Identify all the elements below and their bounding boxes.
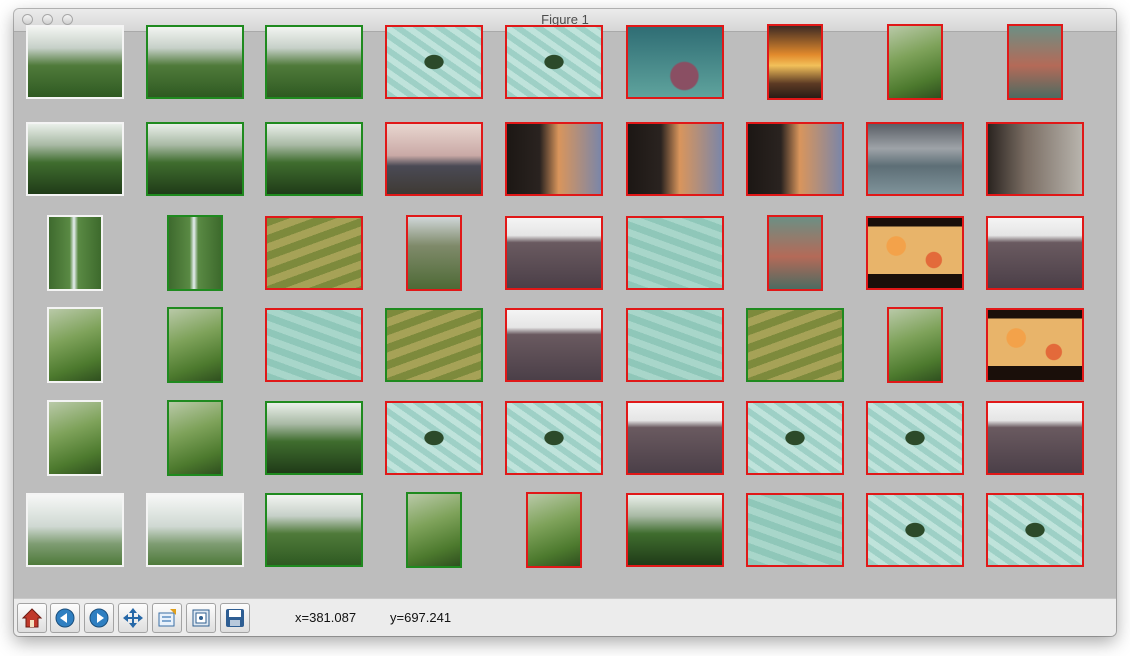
thumbnail-r4-c3[interactable]	[265, 308, 363, 382]
thumbnail-r6-c4[interactable]	[406, 492, 462, 568]
thumbnail-r6-c8[interactable]	[866, 493, 964, 567]
thumbnail-r5-c8[interactable]	[866, 401, 964, 475]
subplots-button[interactable]	[186, 603, 216, 633]
save-icon	[226, 609, 244, 627]
thumbnail-r3-c8[interactable]	[866, 216, 964, 290]
navigation-toolbar: x=381.087 y=697.241	[14, 598, 1116, 636]
thumbnail-r4-c4[interactable]	[385, 308, 483, 382]
thumbnail-r2-c7[interactable]	[746, 122, 844, 196]
thumbnail-r2-c4[interactable]	[385, 122, 483, 196]
thumbnail-r1-c8[interactable]	[887, 24, 943, 100]
thumbnail-r2-c1[interactable]	[26, 122, 124, 196]
thumbnail-r3-c9[interactable]	[986, 216, 1084, 290]
forward-button[interactable]	[84, 603, 114, 633]
zoom-to-rect-icon	[158, 609, 176, 627]
thumbnail-r5-c5[interactable]	[505, 401, 603, 475]
thumbnail-r3-c5[interactable]	[505, 216, 603, 290]
thumbnail-r6-c6[interactable]	[626, 493, 724, 567]
thumbnail-r2-c9[interactable]	[986, 122, 1084, 196]
subplots-icon	[192, 609, 210, 627]
thumbnail-r5-c7[interactable]	[746, 401, 844, 475]
thumbnail-r3-c1[interactable]	[47, 215, 103, 291]
y-coordinate-readout: y=697.241	[390, 610, 452, 625]
thumbnail-r2-c8[interactable]	[866, 122, 964, 196]
thumbnail-r3-c2[interactable]	[167, 215, 223, 291]
thumbnail-r6-c7[interactable]	[746, 493, 844, 567]
thumbnail-r1-c6[interactable]	[626, 25, 724, 99]
pan-icon	[123, 608, 143, 628]
thumbnail-r1-c2[interactable]	[146, 25, 244, 99]
thumbnail-r1-c9[interactable]	[1007, 24, 1063, 100]
thumbnail-r3-c3[interactable]	[265, 216, 363, 290]
thumbnail-r2-c2[interactable]	[146, 122, 244, 196]
home-icon	[21, 608, 43, 628]
thumbnail-r4-c9[interactable]	[986, 308, 1084, 382]
thumbnail-r5-c6[interactable]	[626, 401, 724, 475]
thumbnail-r2-c5[interactable]	[505, 122, 603, 196]
thumbnail-r3-c4[interactable]	[406, 215, 462, 291]
x-coordinate-readout: x=381.087	[295, 610, 357, 625]
thumbnail-r5-c3[interactable]	[265, 401, 363, 475]
thumbnail-r6-c2[interactable]	[146, 493, 244, 567]
thumbnail-r4-c2[interactable]	[167, 307, 223, 383]
thumbnail-r2-c6[interactable]	[626, 122, 724, 196]
thumbnail-r4-c6[interactable]	[626, 308, 724, 382]
thumbnail-r5-c2[interactable]	[167, 400, 223, 476]
thumbnail-r6-c9[interactable]	[986, 493, 1084, 567]
thumbnail-r1-c4[interactable]	[385, 25, 483, 99]
zoom-to-rect-button[interactable]	[152, 603, 182, 633]
save-button[interactable]	[220, 603, 250, 633]
thumbnail-r6-c3[interactable]	[265, 493, 363, 567]
thumbnail-r3-c6[interactable]	[626, 216, 724, 290]
thumbnail-r1-c5[interactable]	[505, 25, 603, 99]
thumbnail-r4-c5[interactable]	[505, 308, 603, 382]
back-button[interactable]	[50, 603, 80, 633]
thumbnail-r4-c1[interactable]	[47, 307, 103, 383]
thumbnail-r2-c3[interactable]	[265, 122, 363, 196]
image-grid-canvas[interactable]	[14, 24, 1116, 599]
thumbnail-r6-c5[interactable]	[526, 492, 582, 568]
thumbnail-r5-c4[interactable]	[385, 401, 483, 475]
thumbnail-r1-c1[interactable]	[26, 25, 124, 99]
back-icon	[55, 608, 75, 628]
forward-icon	[89, 608, 109, 628]
thumbnail-r3-c7[interactable]	[767, 215, 823, 291]
thumbnail-r1-c7[interactable]	[767, 24, 823, 100]
thumbnail-r4-c7[interactable]	[746, 308, 844, 382]
pan-button[interactable]	[118, 603, 148, 633]
thumbnail-r1-c3[interactable]	[265, 25, 363, 99]
thumbnail-r6-c1[interactable]	[26, 493, 124, 567]
thumbnail-r5-c9[interactable]	[986, 401, 1084, 475]
figure-window: Figure 1 x=381.087 y=697.241	[14, 9, 1116, 636]
thumbnail-r4-c8[interactable]	[887, 307, 943, 383]
thumbnail-r5-c1[interactable]	[47, 400, 103, 476]
home-button[interactable]	[17, 603, 47, 633]
